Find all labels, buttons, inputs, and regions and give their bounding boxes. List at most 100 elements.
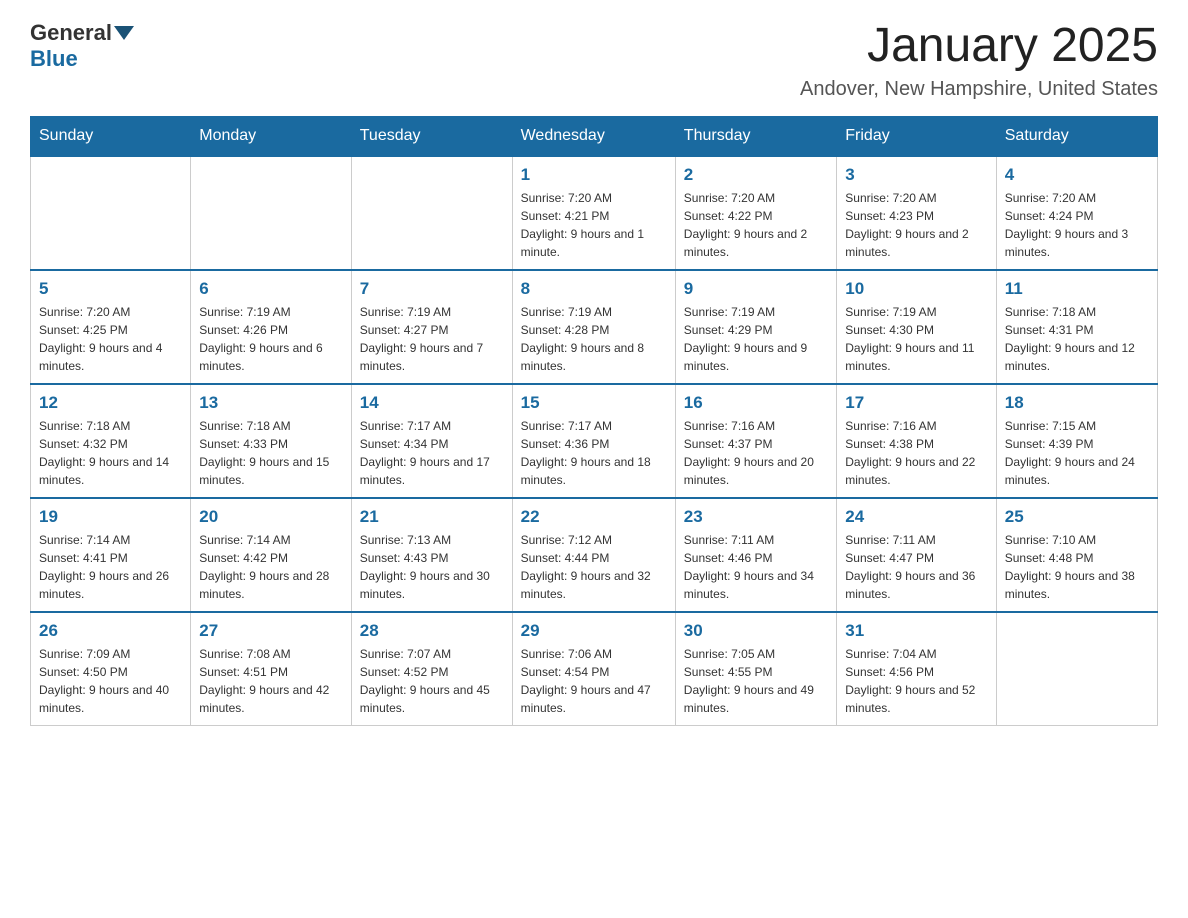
day-info: Sunrise: 7:18 AMSunset: 4:32 PMDaylight:…: [39, 417, 182, 489]
day-info: Sunrise: 7:13 AMSunset: 4:43 PMDaylight:…: [360, 531, 504, 603]
title-section: January 2025 Andover, New Hampshire, Uni…: [800, 20, 1158, 101]
day-number: 17: [845, 393, 987, 413]
day-number: 6: [199, 279, 343, 299]
day-number: 2: [684, 165, 828, 185]
calendar-cell: 13 Sunrise: 7:18 AMSunset: 4:33 PMDayligh…: [191, 384, 352, 498]
calendar-cell: 16 Sunrise: 7:16 AMSunset: 4:37 PMDayligh…: [675, 384, 836, 498]
calendar-cell: 27 Sunrise: 7:08 AMSunset: 4:51 PMDayligh…: [191, 612, 352, 726]
day-number: 16: [684, 393, 828, 413]
day-info: Sunrise: 7:20 AMSunset: 4:23 PMDaylight:…: [845, 189, 987, 261]
week-row-4: 19Sunrise: 7:14 AMSunset: 4:41 PMDayligh…: [31, 498, 1158, 612]
calendar-cell: 21 Sunrise: 7:13 AMSunset: 4:43 PMDayligh…: [351, 498, 512, 612]
day-number: 27: [199, 621, 343, 641]
day-number: 20: [199, 507, 343, 527]
day-info: Sunrise: 7:20 AMSunset: 4:25 PMDaylight:…: [39, 303, 182, 375]
calendar-cell: 8Sunrise: 7:19 AMSunset: 4:28 PMDaylight…: [512, 270, 675, 384]
day-info: Sunrise: 7:18 AMSunset: 4:31 PMDaylight:…: [1005, 303, 1149, 375]
week-row-5: 26 Sunrise: 7:09 AMSunset: 4:50 PMDayligh…: [31, 612, 1158, 726]
calendar-cell: 31 Sunrise: 7:04 AMSunset: 4:56 PMDayligh…: [837, 612, 996, 726]
day-info: Sunrise: 7:20 AMSunset: 4:21 PMDaylight:…: [521, 189, 667, 261]
logo: General Blue: [30, 20, 136, 72]
day-info: Sunrise: 7:16 AMSunset: 4:38 PMDaylight:…: [845, 417, 987, 489]
day-number: 28: [360, 621, 504, 641]
day-header-thursday: Thursday: [675, 116, 836, 156]
calendar-cell: 23 Sunrise: 7:11 AMSunset: 4:46 PMDayligh…: [675, 498, 836, 612]
logo-arrow-icon: [114, 26, 134, 40]
day-info: Sunrise: 7:19 AMSunset: 4:29 PMDaylight:…: [684, 303, 828, 375]
page-header: General Blue January 2025 Andover, New H…: [30, 20, 1158, 101]
month-title: January 2025: [800, 20, 1158, 73]
day-info: Sunrise: 7:16 AMSunset: 4:37 PMDaylight:…: [684, 417, 828, 489]
day-info: Sunrise: 7:04 AMSunset: 4:56 PMDaylight:…: [845, 645, 987, 717]
day-info: Sunrise: 7:11 AMSunset: 4:47 PMDaylight:…: [845, 531, 987, 603]
calendar-cell: 12 Sunrise: 7:18 AMSunset: 4:32 PMDayligh…: [31, 384, 191, 498]
calendar-cell: 4 Sunrise: 7:20 AMSunset: 4:24 PMDaylight…: [996, 156, 1157, 270]
day-number: 1: [521, 165, 667, 185]
day-number: 14: [360, 393, 504, 413]
calendar-cell: [351, 156, 512, 270]
calendar-table: SundayMondayTuesdayWednesdayThursdayFrid…: [30, 116, 1158, 726]
calendar-cell: 18Sunrise: 7:15 AMSunset: 4:39 PMDayligh…: [996, 384, 1157, 498]
calendar-cell: 9 Sunrise: 7:19 AMSunset: 4:29 PMDaylight…: [675, 270, 836, 384]
day-number: 19: [39, 507, 182, 527]
day-number: 25: [1005, 507, 1149, 527]
day-number: 23: [684, 507, 828, 527]
calendar-cell: 5 Sunrise: 7:20 AMSunset: 4:25 PMDaylight…: [31, 270, 191, 384]
day-number: 24: [845, 507, 987, 527]
day-number: 26: [39, 621, 182, 641]
calendar-header-row: SundayMondayTuesdayWednesdayThursdayFrid…: [31, 116, 1158, 156]
day-number: 4: [1005, 165, 1149, 185]
day-header-sunday: Sunday: [31, 116, 191, 156]
logo-general-text: General: [30, 20, 112, 46]
location-subtitle: Andover, New Hampshire, United States: [800, 78, 1158, 101]
day-number: 22: [521, 507, 667, 527]
day-info: Sunrise: 7:09 AMSunset: 4:50 PMDaylight:…: [39, 645, 182, 717]
week-row-1: 1 Sunrise: 7:20 AMSunset: 4:21 PMDaylight…: [31, 156, 1158, 270]
calendar-cell: [191, 156, 352, 270]
day-header-saturday: Saturday: [996, 116, 1157, 156]
calendar-cell: 14 Sunrise: 7:17 AMSunset: 4:34 PMDayligh…: [351, 384, 512, 498]
day-info: Sunrise: 7:08 AMSunset: 4:51 PMDaylight:…: [199, 645, 343, 717]
calendar-cell: 22 Sunrise: 7:12 AMSunset: 4:44 PMDayligh…: [512, 498, 675, 612]
calendar-cell: 10Sunrise: 7:19 AMSunset: 4:30 PMDayligh…: [837, 270, 996, 384]
calendar-cell: [996, 612, 1157, 726]
day-number: 11: [1005, 279, 1149, 299]
day-info: Sunrise: 7:15 AMSunset: 4:39 PMDaylight:…: [1005, 417, 1149, 489]
day-number: 29: [521, 621, 667, 641]
day-number: 5: [39, 279, 182, 299]
calendar-cell: 29 Sunrise: 7:06 AMSunset: 4:54 PMDayligh…: [512, 612, 675, 726]
day-info: Sunrise: 7:12 AMSunset: 4:44 PMDaylight:…: [521, 531, 667, 603]
day-header-monday: Monday: [191, 116, 352, 156]
calendar-cell: 30 Sunrise: 7:05 AMSunset: 4:55 PMDayligh…: [675, 612, 836, 726]
day-info: Sunrise: 7:10 AMSunset: 4:48 PMDaylight:…: [1005, 531, 1149, 603]
day-number: 3: [845, 165, 987, 185]
day-number: 31: [845, 621, 987, 641]
day-info: Sunrise: 7:05 AMSunset: 4:55 PMDaylight:…: [684, 645, 828, 717]
calendar-cell: 3 Sunrise: 7:20 AMSunset: 4:23 PMDaylight…: [837, 156, 996, 270]
calendar-cell: [31, 156, 191, 270]
calendar-cell: 7Sunrise: 7:19 AMSunset: 4:27 PMDaylight…: [351, 270, 512, 384]
day-info: Sunrise: 7:20 AMSunset: 4:22 PMDaylight:…: [684, 189, 828, 261]
day-info: Sunrise: 7:18 AMSunset: 4:33 PMDaylight:…: [199, 417, 343, 489]
calendar-cell: 2 Sunrise: 7:20 AMSunset: 4:22 PMDaylight…: [675, 156, 836, 270]
week-row-2: 5 Sunrise: 7:20 AMSunset: 4:25 PMDaylight…: [31, 270, 1158, 384]
day-info: Sunrise: 7:19 AMSunset: 4:26 PMDaylight:…: [199, 303, 343, 375]
calendar-cell: 15Sunrise: 7:17 AMSunset: 4:36 PMDayligh…: [512, 384, 675, 498]
day-number: 12: [39, 393, 182, 413]
day-info: Sunrise: 7:11 AMSunset: 4:46 PMDaylight:…: [684, 531, 828, 603]
day-header-tuesday: Tuesday: [351, 116, 512, 156]
calendar-cell: 25 Sunrise: 7:10 AMSunset: 4:48 PMDayligh…: [996, 498, 1157, 612]
day-number: 21: [360, 507, 504, 527]
day-number: 10: [845, 279, 987, 299]
calendar-cell: 24 Sunrise: 7:11 AMSunset: 4:47 PMDayligh…: [837, 498, 996, 612]
day-number: 9: [684, 279, 828, 299]
calendar-cell: 19Sunrise: 7:14 AMSunset: 4:41 PMDayligh…: [31, 498, 191, 612]
day-number: 13: [199, 393, 343, 413]
day-info: Sunrise: 7:17 AMSunset: 4:34 PMDaylight:…: [360, 417, 504, 489]
day-number: 30: [684, 621, 828, 641]
day-info: Sunrise: 7:20 AMSunset: 4:24 PMDaylight:…: [1005, 189, 1149, 261]
calendar-cell: 11 Sunrise: 7:18 AMSunset: 4:31 PMDayligh…: [996, 270, 1157, 384]
day-info: Sunrise: 7:06 AMSunset: 4:54 PMDaylight:…: [521, 645, 667, 717]
calendar-cell: 28Sunrise: 7:07 AMSunset: 4:52 PMDayligh…: [351, 612, 512, 726]
day-number: 8: [521, 279, 667, 299]
